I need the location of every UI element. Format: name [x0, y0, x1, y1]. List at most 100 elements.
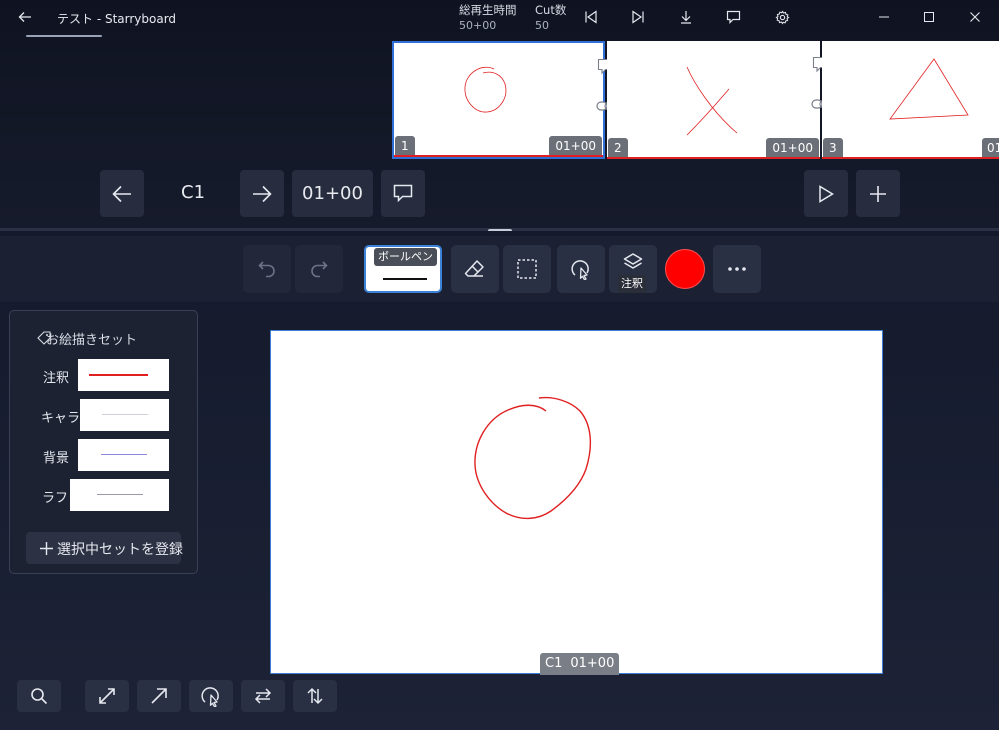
- comment-icon: [393, 184, 413, 203]
- play-button[interactable]: [804, 170, 848, 217]
- arrow-up-right-icon: [151, 688, 167, 704]
- canvas-cut-label: C1: [545, 656, 563, 671]
- selection-tool-button[interactable]: [503, 245, 551, 293]
- preset-stroke-preview: [102, 414, 148, 415]
- play-icon: [819, 184, 834, 203]
- preset-stroke-preview: [97, 494, 143, 495]
- move-tool-button[interactable]: [137, 680, 181, 712]
- cut-duration-badge: 01+00: [766, 138, 819, 159]
- cut-timeline-bar: [607, 157, 820, 159]
- cut-thumbnail[interactable]: 2 01+00: [607, 41, 831, 159]
- skip-back-icon: [585, 10, 597, 24]
- canvas-cut-badge: C1 01+00: [540, 653, 620, 675]
- cut-timeline-bar: [394, 155, 603, 157]
- more-tools-button[interactable]: [713, 245, 761, 293]
- arrow-left-icon: [18, 12, 31, 22]
- preset-swatch[interactable]: [80, 399, 169, 431]
- previous-cut-button[interactable]: [100, 170, 144, 217]
- marquee-select-icon: [517, 259, 537, 279]
- drawing-toolbar: [0, 236, 999, 302]
- duration-button[interactable]: 01+00: [292, 170, 373, 217]
- next-cut-button[interactable]: [240, 170, 284, 217]
- redo-button[interactable]: [295, 245, 343, 293]
- add-cut-button[interactable]: [856, 170, 900, 217]
- swap-horizontal-icon: [254, 688, 272, 704]
- cut-duration-badge: 01+00: [549, 136, 602, 157]
- swap-vertical-icon: [307, 687, 323, 705]
- flip-horizontal-button[interactable]: [241, 680, 285, 712]
- redo-icon: [311, 261, 328, 278]
- close-button[interactable]: [952, 2, 998, 32]
- flip-vertical-button[interactable]: [293, 680, 337, 712]
- cut-number-badge: 3: [823, 138, 843, 159]
- settings-button[interactable]: [771, 6, 793, 28]
- color-picker-button[interactable]: [665, 249, 705, 289]
- register-preset-label: 選択中セットを登録: [57, 542, 183, 558]
- cut-number-badge: 1: [395, 136, 415, 157]
- cut-number-badge: 2: [608, 138, 628, 159]
- preset-name[interactable]: 背景: [43, 447, 69, 466]
- preset-swatch[interactable]: [78, 439, 169, 471]
- eraser-tool-button[interactable]: [451, 245, 499, 293]
- fit-canvas-button[interactable]: [85, 680, 129, 712]
- maximize-button[interactable]: [906, 2, 952, 32]
- lasso-tool-button[interactable]: [557, 245, 605, 293]
- comment-icon: [726, 10, 740, 24]
- total-time-label: 総再生時間: [459, 3, 517, 17]
- cut-thumbnail[interactable]: 1 01+00: [392, 41, 616, 159]
- preset-name[interactable]: 注釈: [43, 367, 69, 386]
- maximize-icon: [924, 12, 934, 22]
- pen-tool-label: ボールペン: [374, 248, 437, 266]
- window-title: テスト - Starryboard: [57, 12, 177, 26]
- cut-duration-badge: 01+00: [982, 138, 999, 159]
- preset-name[interactable]: キャラ: [41, 407, 80, 426]
- preset-stroke-preview: [101, 454, 147, 455]
- preset-swatch[interactable]: [78, 359, 169, 391]
- download-icon: [681, 11, 691, 24]
- lasso-icon: [571, 260, 589, 280]
- minimize-button[interactable]: [861, 2, 907, 32]
- plus-icon: [38, 539, 54, 557]
- triangle-drawing: [889, 58, 969, 120]
- preset-stroke-preview: [89, 374, 148, 376]
- pen-tool-button[interactable]: ボールペン: [364, 245, 442, 293]
- first-cut-button[interactable]: [580, 6, 602, 28]
- circle-drawing: [474, 396, 592, 520]
- export-button[interactable]: [675, 6, 697, 28]
- duration-value: 01+00: [302, 183, 363, 204]
- total-time-value: 50+00: [459, 19, 497, 32]
- preset-name[interactable]: ラフ: [42, 487, 68, 506]
- canvas-duration-label: 01+00: [570, 656, 615, 671]
- back-button[interactable]: [10, 6, 40, 28]
- undo-button[interactable]: [243, 245, 291, 293]
- arrow-right-icon: [253, 185, 272, 202]
- comments-button[interactable]: [722, 6, 744, 28]
- cut-timeline-bar: [822, 157, 999, 159]
- eraser-icon: [464, 260, 484, 277]
- zoom-button[interactable]: [17, 680, 61, 712]
- cut-thumbnail[interactable]: 3 01+00: [822, 41, 999, 159]
- cut-count-value: 50: [535, 19, 549, 32]
- preset-panel-title: お絵描きセット: [46, 333, 138, 348]
- close-icon: [970, 12, 980, 22]
- preset-swatch[interactable]: [70, 479, 169, 511]
- arrow-left-icon: [112, 185, 131, 202]
- gear-icon: [774, 9, 790, 25]
- cut-comment-button[interactable]: [381, 170, 425, 217]
- title-underline: [26, 35, 102, 37]
- minimize-icon: [879, 16, 889, 18]
- layer-tool-label: 注釈: [618, 275, 646, 293]
- rotate-view-button[interactable]: [189, 680, 233, 712]
- rotate-icon: [201, 687, 219, 707]
- more-icon: [728, 267, 746, 271]
- last-cut-button[interactable]: [627, 6, 649, 28]
- layers-icon: [623, 253, 643, 269]
- undo-icon: [258, 261, 275, 278]
- current-cut-label: C1: [181, 182, 206, 203]
- pen-stroke-preview: [383, 278, 427, 280]
- expand-icon: [99, 688, 115, 704]
- search-icon: [31, 688, 48, 705]
- plus-icon: [870, 185, 886, 202]
- cut-count-label: Cut数: [535, 3, 567, 17]
- drawing-canvas[interactable]: [270, 330, 883, 674]
